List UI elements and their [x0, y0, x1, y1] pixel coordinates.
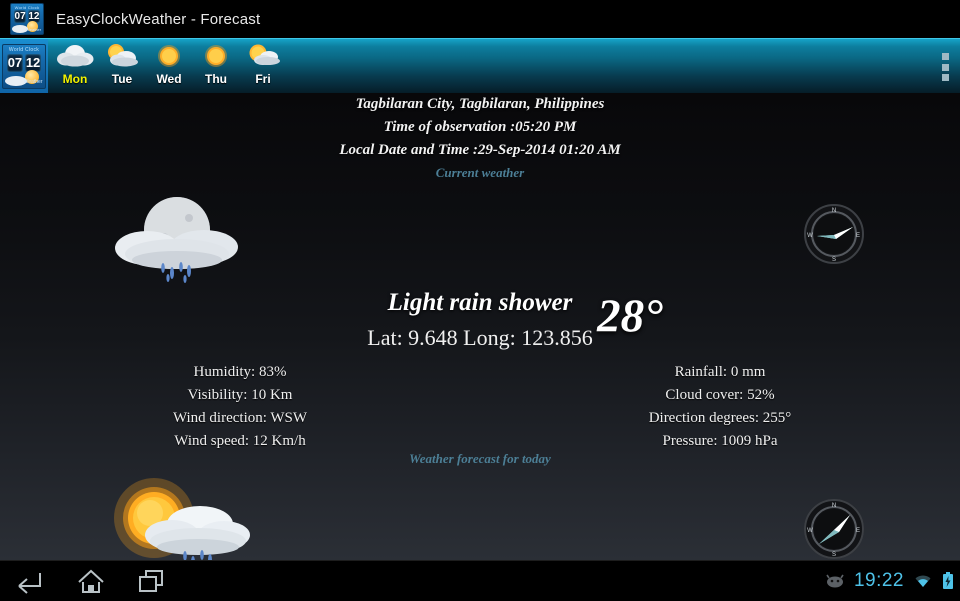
- back-button[interactable]: [8, 566, 62, 596]
- app-home-button[interactable]: World Clock 07 12 Weather: [0, 39, 48, 94]
- sunny-icon: [150, 41, 188, 71]
- tab-thu-label: Thu: [205, 72, 227, 86]
- tab-fri[interactable]: Fri: [243, 41, 283, 94]
- compass-e-label: E: [856, 528, 860, 534]
- compass-e-label: E: [856, 233, 860, 239]
- tab-tue[interactable]: Tue: [102, 41, 142, 94]
- stat-pressure: Pressure: 1009 hPa: [662, 433, 778, 449]
- app-icon-hours: 07: [14, 10, 27, 23]
- overflow-dot: [941, 53, 949, 60]
- tab-mon[interactable]: Mon: [55, 41, 95, 94]
- sunny-icon: [197, 41, 235, 71]
- stat-cloud-cover: Cloud cover: 52%: [665, 387, 775, 403]
- status-clock: 19:22: [853, 570, 904, 591]
- partly-cloudy-icon: [244, 41, 282, 71]
- stat-wind-direction: Wind direction: WSW: [172, 410, 308, 426]
- home-icon-minutes: 12: [25, 53, 41, 72]
- today-forecast-heading[interactable]: Weather forecast for today: [0, 451, 960, 467]
- location-text: Tagbilaran City, Tagbilaran, Philippines: [355, 96, 605, 112]
- recent-apps-button[interactable]: [124, 566, 178, 596]
- forecast-content: Tagbilaran City, Tagbilaran, Philippines…: [0, 93, 960, 573]
- tab-wed-label: Wed: [156, 72, 182, 86]
- coordinates-text: Lat: 9.648 Long: 123.856: [367, 325, 593, 350]
- overflow-dot: [941, 63, 949, 71]
- status-area: 19:22: [825, 561, 954, 601]
- stat-wind-speed: Wind speed: 12 Km/h: [174, 433, 306, 449]
- stat-rainfall: Rainfall: 0 mm: [674, 364, 766, 380]
- cloudy-icon: [56, 41, 94, 71]
- battery-charging-icon[interactable]: [942, 572, 954, 590]
- compass-s-label: S: [832, 552, 836, 558]
- observation-time: Time of observation :05:20 PM: [383, 119, 577, 135]
- compass-n-label: N: [832, 208, 836, 214]
- overflow-dot: [941, 74, 949, 81]
- title-bar: World Clock 07 12 Weather EasyClockWeath…: [0, 0, 960, 38]
- wind-compass-sw: N E S W: [803, 498, 865, 560]
- partly-cloudy-icon: [103, 41, 141, 71]
- tab-wed[interactable]: Wed: [149, 41, 189, 94]
- home-icon-hours: 07: [7, 53, 23, 72]
- home-icon-bottom-label: Weather: [23, 79, 43, 86]
- home-button[interactable]: [64, 566, 118, 596]
- compass-s-label: S: [832, 257, 836, 263]
- stat-direction-degrees: Direction degrees: 255°: [648, 410, 792, 426]
- tab-mon-label: Mon: [62, 72, 88, 86]
- current-weather-heading[interactable]: Current weather: [0, 165, 960, 181]
- overflow-menu-button[interactable]: [938, 53, 952, 81]
- app-icon-bottom-label: Weather: [26, 27, 42, 33]
- night-rain-icon: [92, 190, 262, 290]
- stats-left-column: Humidity: 83% Visibility: 10 Km Wind dir…: [115, 361, 365, 453]
- window-title: EasyClockWeather - Forecast: [56, 10, 261, 28]
- stat-humidity: Humidity: 83%: [193, 364, 287, 380]
- compass-n-label: N: [832, 503, 836, 509]
- system-navigation-bar: 19:22: [0, 560, 960, 600]
- app-icon: World Clock 07 12 Weather: [4, 0, 48, 38]
- tab-tue-label: Tue: [111, 72, 133, 86]
- forecast-day-tabs: Mon Tue Wed Thu Fri: [48, 39, 930, 94]
- stats-right-column: Rainfall: 0 mm Cloud cover: 52% Directio…: [595, 361, 845, 453]
- android-jellybean-icon: [825, 573, 845, 589]
- local-datetime: Local Date and Time :29-Sep-2014 01:20 A…: [339, 142, 621, 158]
- compass-w-label: W: [807, 233, 813, 239]
- tab-thu[interactable]: Thu: [196, 41, 236, 94]
- wifi-icon[interactable]: [913, 573, 933, 589]
- condition-text: Light rain shower: [387, 289, 573, 316]
- action-bar: World Clock 07 12 Weather Mon Tue Wed Th…: [0, 38, 960, 94]
- stat-visibility: Visibility: 10 Km: [187, 387, 293, 403]
- tab-fri-label: Fri: [255, 72, 271, 86]
- compass-w-label: W: [807, 528, 813, 534]
- wind-compass-wsw: N E S W: [803, 203, 865, 265]
